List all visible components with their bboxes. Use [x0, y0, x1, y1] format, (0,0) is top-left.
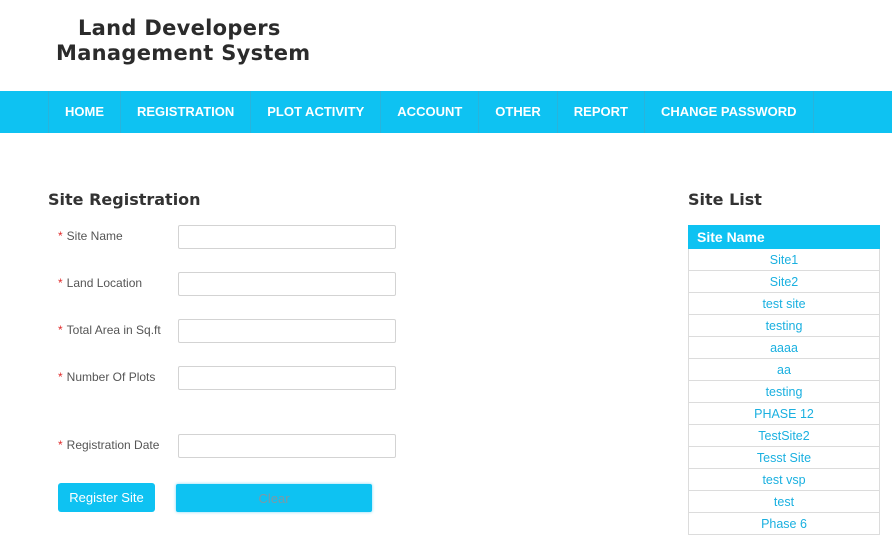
table-row: testing [688, 380, 880, 403]
table-row: test vsp [688, 468, 880, 491]
total-area-input[interactable] [178, 319, 396, 343]
table-row: Site1 [688, 248, 880, 271]
site-link[interactable]: aaaa [688, 336, 880, 359]
site-registration-title: Site Registration [48, 190, 201, 209]
site-link[interactable]: aa [688, 358, 880, 381]
table-row: aaaa [688, 336, 880, 359]
site-name-row: * Site Name [58, 225, 398, 251]
required-mark: * [58, 323, 63, 337]
total-area-label: * Total Area in Sq.ft [58, 323, 161, 337]
nav-list: HOME REGISTRATION PLOT ACTIVITY ACCOUNT … [48, 91, 814, 133]
site-link[interactable]: Site1 [688, 248, 880, 271]
registration-date-label: * Registration Date [58, 438, 160, 452]
register-site-button[interactable]: Register Site [58, 483, 155, 512]
site-link[interactable]: test site [688, 292, 880, 315]
required-mark: * [58, 276, 63, 290]
table-row: Tesst Site [688, 446, 880, 469]
land-location-label: * Land Location [58, 276, 143, 290]
site-list-title: Site List [688, 190, 762, 209]
table-row: test site [688, 292, 880, 315]
land-location-input[interactable] [178, 272, 396, 296]
logo-line2: Management System [56, 41, 311, 65]
table-row: PHASE 12 [688, 402, 880, 425]
total-area-row: * Total Area in Sq.ft [58, 319, 398, 345]
site-link[interactable]: PHASE 12 [688, 402, 880, 425]
site-link[interactable]: TestSite2 [688, 424, 880, 447]
registration-date-row: * Registration Date [58, 434, 398, 460]
site-link[interactable]: Tesst Site [688, 446, 880, 469]
site-name-label: * Site Name [58, 229, 123, 243]
nav-item-plot-activity[interactable]: PLOT ACTIVITY [251, 91, 382, 133]
table-row: TestSite2 [688, 424, 880, 447]
number-of-plots-row: * Number Of Plots [58, 366, 398, 392]
nav-item-account[interactable]: ACCOUNT [381, 91, 480, 133]
number-of-plots-label: * Number Of Plots [58, 370, 156, 384]
required-mark: * [58, 229, 63, 243]
logo-line1: Land Developers [78, 16, 281, 40]
table-row: Phase 6 [688, 512, 880, 535]
required-mark: * [58, 438, 63, 452]
site-link[interactable]: testing [688, 380, 880, 403]
land-location-row: * Land Location [58, 272, 398, 298]
nav-item-home[interactable]: HOME [49, 91, 121, 133]
table-row: aa [688, 358, 880, 381]
site-name-column-header: Site Name [688, 225, 880, 249]
site-link[interactable]: test vsp [688, 468, 880, 491]
app-logo: Land Developers Management System [56, 16, 310, 66]
registration-date-input[interactable] [178, 434, 396, 458]
table-row: Site2 [688, 270, 880, 293]
site-link[interactable]: Phase 6 [688, 512, 880, 535]
number-of-plots-input[interactable] [178, 366, 396, 390]
table-row: test [688, 490, 880, 513]
site-link[interactable]: testing [688, 314, 880, 337]
clear-button[interactable]: Clear [176, 484, 372, 512]
site-link[interactable]: test [688, 490, 880, 513]
nav-item-registration[interactable]: REGISTRATION [121, 91, 252, 133]
nav-item-change-password[interactable]: CHANGE PASSWORD [645, 91, 814, 133]
site-name-input[interactable] [178, 225, 396, 249]
nav-item-report[interactable]: REPORT [558, 91, 645, 133]
table-row: testing [688, 314, 880, 337]
site-link[interactable]: Site2 [688, 270, 880, 293]
required-mark: * [58, 370, 63, 384]
main-navbar: HOME REGISTRATION PLOT ACTIVITY ACCOUNT … [0, 91, 892, 133]
table-header-row: Site Name [688, 225, 880, 249]
nav-item-other[interactable]: OTHER [479, 91, 558, 133]
site-list-table: Site Name Site1 Site2 test site testing … [688, 225, 880, 535]
